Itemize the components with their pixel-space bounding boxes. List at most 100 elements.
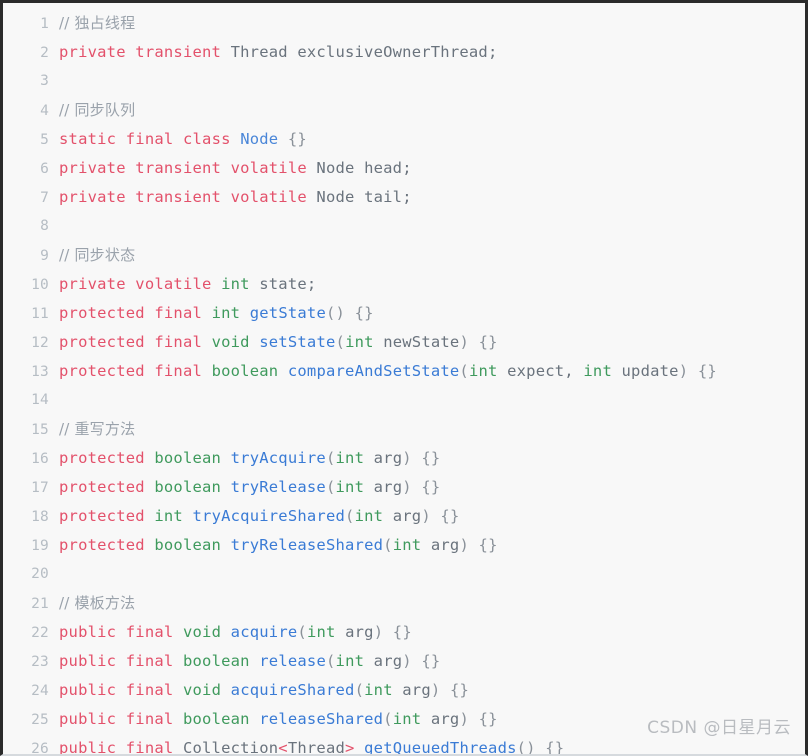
token-fn: release [259, 652, 326, 670]
code-line-text: private transient Thread exclusiveOwnerT… [59, 38, 805, 67]
token-kw: final [154, 304, 203, 322]
token-punct: ( [354, 681, 365, 699]
token-kw: transient [135, 43, 222, 61]
token-kw: protected [59, 507, 145, 525]
token-punct: ) [402, 449, 412, 467]
code-line: 9 // 同步状态 [3, 241, 805, 270]
token-type: int [221, 275, 250, 293]
line-number: 23 [31, 654, 49, 670]
token-cmt: // 重写方法 [59, 420, 136, 438]
token-kw: private [59, 275, 126, 293]
token-kw: final [125, 681, 174, 699]
code-line-text: private transient volatile Node tail; [59, 183, 805, 212]
token-punct: ) [459, 710, 470, 728]
code-line-text: // 独占线程 [59, 9, 805, 38]
code-line-text: protected boolean tryReleaseShared(int a… [59, 531, 805, 560]
token-punct: {} [440, 507, 460, 525]
token-plain: arg [364, 652, 403, 670]
token-type: int [335, 478, 365, 496]
code-line: 13 protected final boolean compareAndSetS… [3, 357, 805, 386]
code-line: 17 protected boolean tryRelease(int arg) … [3, 473, 805, 502]
code-line: 14 [3, 386, 805, 415]
token-type: int [306, 623, 336, 641]
token-ang: < [278, 739, 288, 756]
line-number: 26 [31, 741, 49, 756]
code-line-text: private transient volatile Node head; [59, 154, 805, 183]
token-kw: protected [59, 536, 145, 554]
token-type: int [392, 536, 422, 554]
token-punct: {} [421, 449, 441, 467]
line-number: 8 [40, 218, 49, 234]
token-kw: volatile [230, 159, 307, 177]
token-plain: arg [421, 536, 460, 554]
token-kw: private [59, 188, 126, 206]
token-fn: releaseShared [259, 710, 384, 728]
code-line: 16 protected boolean tryAcquire(int arg) … [3, 444, 805, 473]
code-line-text: protected final boolean compareAndSetSta… [59, 357, 805, 386]
token-plain: arg [364, 478, 403, 496]
token-type: int [364, 681, 393, 699]
code-line: 4 // 同步队列 [3, 96, 805, 125]
code-line: 12 protected final void setState(int newS… [3, 328, 805, 357]
token-punct: ( [325, 652, 336, 670]
token-punct: ) [421, 507, 431, 525]
token-kw: class [182, 130, 231, 148]
code-line: 15 // 重写方法 [3, 415, 805, 444]
token-kw: private [59, 43, 126, 61]
line-number: 20 [31, 566, 49, 582]
code-line-text: public final void acquireShared(int arg)… [59, 676, 805, 705]
line-number: 3 [40, 73, 49, 89]
line-number: 4 [40, 103, 49, 119]
line-number: 21 [31, 596, 49, 612]
code-line-text: protected final void setState(int newSta… [59, 328, 805, 357]
code-line: 3 [3, 67, 805, 96]
token-plain: Thread [287, 739, 346, 756]
code-line-text: // 模板方法 [59, 589, 805, 618]
token-type: boolean [211, 362, 279, 380]
token-kw: final [125, 130, 174, 148]
token-fn: tryAcquireShared [192, 507, 346, 525]
token-kw: final [125, 652, 174, 670]
code-line: 19 protected boolean tryReleaseShared(int… [3, 531, 805, 560]
token-kw: static [59, 130, 117, 148]
token-punct: ( [325, 449, 336, 467]
line-number: 12 [31, 335, 49, 351]
token-punct: ) [402, 478, 412, 496]
token-plain: state; [249, 275, 317, 293]
token-punct: {} [478, 710, 498, 728]
token-punct: ) [373, 623, 384, 641]
code-line: 20 [3, 560, 805, 589]
token-fn: tryAcquire [230, 449, 326, 467]
token-type: int [583, 362, 612, 380]
token-type: boolean [182, 710, 250, 728]
code-line-text: public final boolean release(int arg) {} [59, 647, 805, 676]
code-line-text: protected boolean tryRelease(int arg) {} [59, 473, 805, 502]
token-cmt: // 同步队列 [59, 101, 136, 119]
line-number: 7 [40, 190, 49, 206]
token-type: void [211, 333, 250, 351]
token-kw: final [125, 710, 174, 728]
token-plain: Thread exclusiveOwnerThread; [221, 43, 498, 61]
token-kw: final [125, 739, 174, 756]
code-line: 7 private transient volatile Node tail; [3, 183, 805, 212]
token-fn: setState [259, 333, 336, 351]
